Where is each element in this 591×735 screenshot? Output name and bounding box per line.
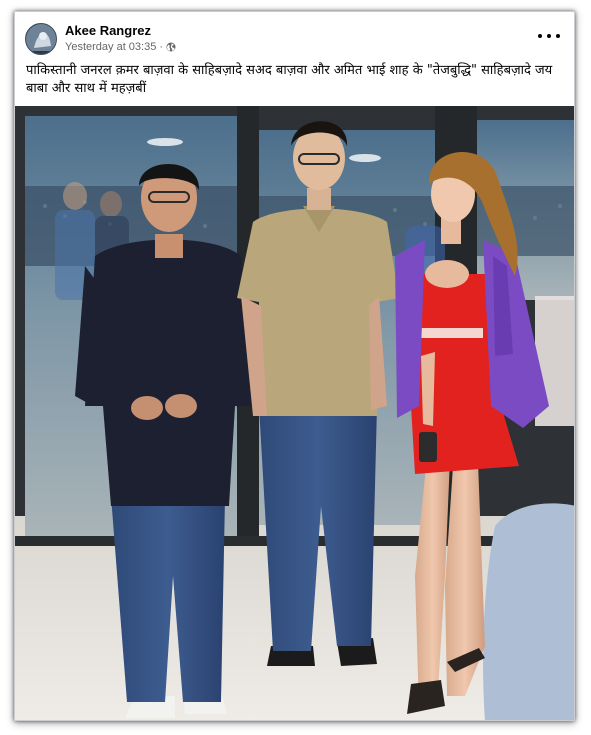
chair xyxy=(483,503,574,720)
post-meta: Yesterday at 03:35 · xyxy=(65,41,176,53)
avatar[interactable] xyxy=(25,23,57,55)
post-timestamp[interactable]: Yesterday at 03:35 xyxy=(65,41,156,53)
post-header: Akee Rangrez Yesterday at 03:35 · xyxy=(15,12,574,62)
globe-icon xyxy=(166,42,176,52)
more-options-icon xyxy=(538,34,542,38)
post-text: पाकिस्तानी जनरल क़मर बाज़वा के साहिबज़ाद… xyxy=(26,63,553,96)
more-options-button[interactable] xyxy=(538,28,560,44)
post-card: Akee Rangrez Yesterday at 03:35 · पाकिस्… xyxy=(14,11,575,721)
clutch xyxy=(419,432,437,462)
author-name[interactable]: Akee Rangrez xyxy=(65,23,151,38)
meta-separator: · xyxy=(159,41,164,53)
post-photo[interactable] xyxy=(15,106,574,720)
photo-illustration xyxy=(15,106,574,720)
